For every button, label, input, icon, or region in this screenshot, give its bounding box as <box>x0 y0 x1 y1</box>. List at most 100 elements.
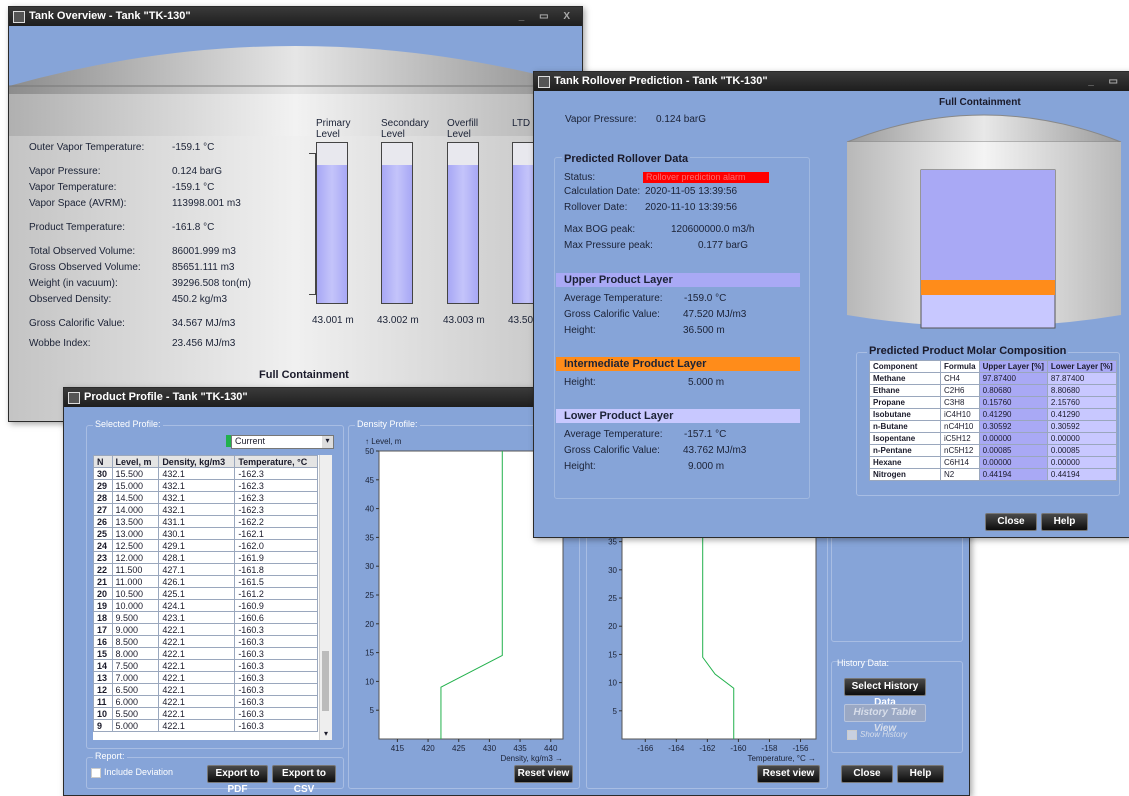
rollover-help-button[interactable]: Help <box>1041 513 1088 531</box>
level-ticks <box>309 153 316 295</box>
max-pressure-value: 0.177 barG <box>698 240 749 251</box>
table-cell: -160.3 <box>234 707 318 720</box>
composition-cell: C2H6 <box>940 384 980 397</box>
scrollbar-thumb[interactable] <box>322 651 329 711</box>
predicted-rollover-title: Predicted Rollover Data <box>562 153 691 165</box>
table-row[interactable]: 29 15.000 432.1 -162.3 <box>93 479 318 492</box>
composition-row: Isobutane iC4H10 0.41290 0.41290 <box>869 408 1117 421</box>
profile-close-button[interactable]: Close <box>841 765 893 783</box>
rollover-close-button[interactable]: Close <box>985 513 1037 531</box>
history-table-view-button[interactable]: History Table View <box>844 704 926 734</box>
checkbox-icon[interactable] <box>91 767 101 778</box>
table-row[interactable]: 21 11.000 426.1 -161.5 <box>93 575 318 588</box>
table-row[interactable]: 12 6.500 422.1 -160.3 <box>93 683 318 696</box>
table-cell: 428.1 <box>158 551 236 564</box>
level-gauge-name: LTD <box>512 118 531 129</box>
table-row[interactable]: 14 7.500 422.1 -160.3 <box>93 659 318 672</box>
include-deviation-checkbox[interactable]: Include Deviation <box>91 767 173 778</box>
composition-cell: 0.00000 <box>978 456 1048 469</box>
rollover-titlebar[interactable]: Tank Rollover Prediction - Tank "TK-130"… <box>534 72 1129 91</box>
composition-row: Isopentane iC5H12 0.00000 0.00000 <box>869 432 1117 445</box>
table-row[interactable]: 16 8.500 422.1 -160.3 <box>93 635 318 648</box>
table-cell: 422.1 <box>158 647 236 660</box>
table-row[interactable]: 30 15.500 432.1 -162.3 <box>93 467 318 480</box>
density-reset-view-button[interactable]: Reset view <box>514 765 573 783</box>
level-gauge-value: 43.003 m <box>443 315 485 326</box>
export-pdf-button[interactable]: Export to PDF <box>207 765 268 795</box>
select-history-data-button[interactable]: Select History Data <box>844 678 926 708</box>
table-cell: 432.1 <box>158 467 236 480</box>
y-tick-label: 35 <box>608 538 617 547</box>
table-cell: 23 <box>93 551 113 564</box>
table-row[interactable]: 23 12.000 428.1 -161.9 <box>93 551 318 564</box>
table-cell: 422.1 <box>158 659 236 672</box>
table-header-cell[interactable]: Density, kg/m3 <box>158 455 236 468</box>
table-header-cell[interactable]: Level, m <box>111 455 160 468</box>
table-cell: 430.1 <box>158 527 236 540</box>
composition-row: Ethane C2H6 0.80680 8.80680 <box>869 384 1117 397</box>
readout-value: -161.8 °C <box>172 222 215 233</box>
table-header-cell[interactable]: N <box>93 455 113 468</box>
composition-cell: 0.00085 <box>978 444 1048 457</box>
table-row[interactable]: 20 10.500 425.1 -161.2 <box>93 587 318 600</box>
table-row[interactable]: 11 6.000 422.1 -160.3 <box>93 695 318 708</box>
density-profile-label: Density Profile: <box>355 419 420 429</box>
checkbox-icon[interactable] <box>847 730 857 740</box>
table-scrollbar[interactable]: ▾ <box>319 455 332 740</box>
composition-cell: 97.87400 <box>978 372 1048 385</box>
export-csv-button[interactable]: Export to CSV <box>272 765 336 795</box>
table-row[interactable]: 28 14.500 432.1 -162.3 <box>93 491 318 504</box>
show-history-checkbox[interactable]: Show History <box>847 730 907 740</box>
level-gauge-value: 43.002 m <box>377 315 419 326</box>
table-row[interactable]: 27 14.000 432.1 -162.3 <box>93 503 318 516</box>
profile-table-wrap: N Level, m Density, kg/m3 Temperature, °C 3… <box>93 455 332 740</box>
level-gauge <box>316 142 348 304</box>
overview-titlebar[interactable]: Tank Overview - Tank "TK-130" _ ▭ X <box>9 7 582 26</box>
max-bog-value: 120600000.0 m3/h <box>671 224 755 235</box>
table-row[interactable]: 24 12.500 429.1 -162.0 <box>93 539 318 552</box>
table-row[interactable]: 9 5.000 422.1 -160.3 <box>93 719 318 732</box>
table-cell: 20 <box>93 587 113 600</box>
table-cell: 426.1 <box>158 575 236 588</box>
table-cell: 17 <box>93 623 113 636</box>
profile-select[interactable]: Current ▾ <box>231 435 334 449</box>
upper-avg-temp-label: Average Temperature: <box>564 293 663 304</box>
window-controls[interactable]: _ ▭ <box>1088 72 1124 91</box>
table-row[interactable]: 10 5.500 422.1 -160.3 <box>93 707 318 720</box>
composition-row: n-Butane nC4H10 0.30592 0.30592 <box>869 420 1117 433</box>
table-row[interactable]: 22 11.500 427.1 -161.8 <box>93 563 318 576</box>
table-header-cell[interactable]: Temperature, °C <box>234 455 318 468</box>
temperature-reset-view-button[interactable]: Reset view <box>757 765 820 783</box>
composition-cell: 0.80680 <box>978 384 1048 397</box>
upper-height-label: Height: <box>564 325 596 336</box>
rollover-tank-graphic <box>846 114 1122 329</box>
composition-cell: 0.00000 <box>1046 456 1117 469</box>
composition-title: Predicted Product Molar Composition <box>867 345 1069 357</box>
table-cell: -160.3 <box>234 647 318 660</box>
table-row[interactable]: 19 10.000 424.1 -160.9 <box>93 599 318 612</box>
y-tick-label: 5 <box>370 706 375 715</box>
table-cell: -162.3 <box>234 491 318 504</box>
table-row[interactable]: 17 9.000 422.1 -160.3 <box>93 623 318 636</box>
table-row[interactable]: 15 8.000 422.1 -160.3 <box>93 647 318 660</box>
profile-help-button[interactable]: Help <box>897 765 944 783</box>
overview-containment-label: Full Containment <box>259 369 349 381</box>
x-tick-label: -164 <box>668 744 685 753</box>
tank-overview-window: Tank Overview - Tank "TK-130" _ ▭ X Oute… <box>8 6 583 422</box>
table-cell: 424.1 <box>158 599 236 612</box>
readout-label: Product Temperature: <box>29 222 125 233</box>
table-cell: 423.1 <box>158 611 236 624</box>
composition-cell: 0.00085 <box>1046 444 1117 457</box>
table-row[interactable]: 18 9.500 423.1 -160.6 <box>93 611 318 624</box>
side-panel-group <box>831 528 963 642</box>
chevron-down-icon[interactable]: ▾ <box>322 436 333 448</box>
table-row[interactable]: 13 7.000 422.1 -160.3 <box>93 671 318 684</box>
table-row[interactable]: 26 13.500 431.1 -162.2 <box>93 515 318 528</box>
table-cell: -160.9 <box>234 599 318 612</box>
window-controls[interactable]: _ ▭ X <box>519 7 576 26</box>
table-row[interactable]: 25 13.000 430.1 -162.1 <box>93 527 318 540</box>
readout-value: 34.567 MJ/m3 <box>172 318 236 329</box>
table-cell: 10.000 <box>111 599 160 612</box>
rollover-containment-label: Full Containment <box>939 97 1021 108</box>
scroll-down-icon[interactable]: ▾ <box>320 729 332 740</box>
